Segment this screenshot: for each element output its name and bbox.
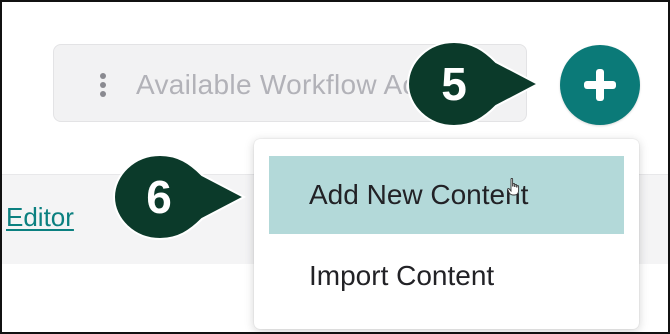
callout-5-label: 5 <box>441 58 467 110</box>
hand-pointer-cursor-icon <box>507 178 520 196</box>
import-content-menu-item[interactable]: Import Content <box>269 237 624 315</box>
add-new-content-menu-item[interactable]: Add New Content <box>269 156 624 234</box>
add-content-dropdown-menu: Add New Content Import Content <box>254 139 639 329</box>
add-content-button[interactable] <box>560 45 640 125</box>
editor-link[interactable]: Editor <box>6 202 74 233</box>
kebab-menu-icon <box>100 73 106 97</box>
screenshot-frame: Editor Available Workflow Actions Add Ne… <box>0 0 670 334</box>
callout-6-label: 6 <box>146 171 172 223</box>
plus-icon <box>584 69 616 101</box>
